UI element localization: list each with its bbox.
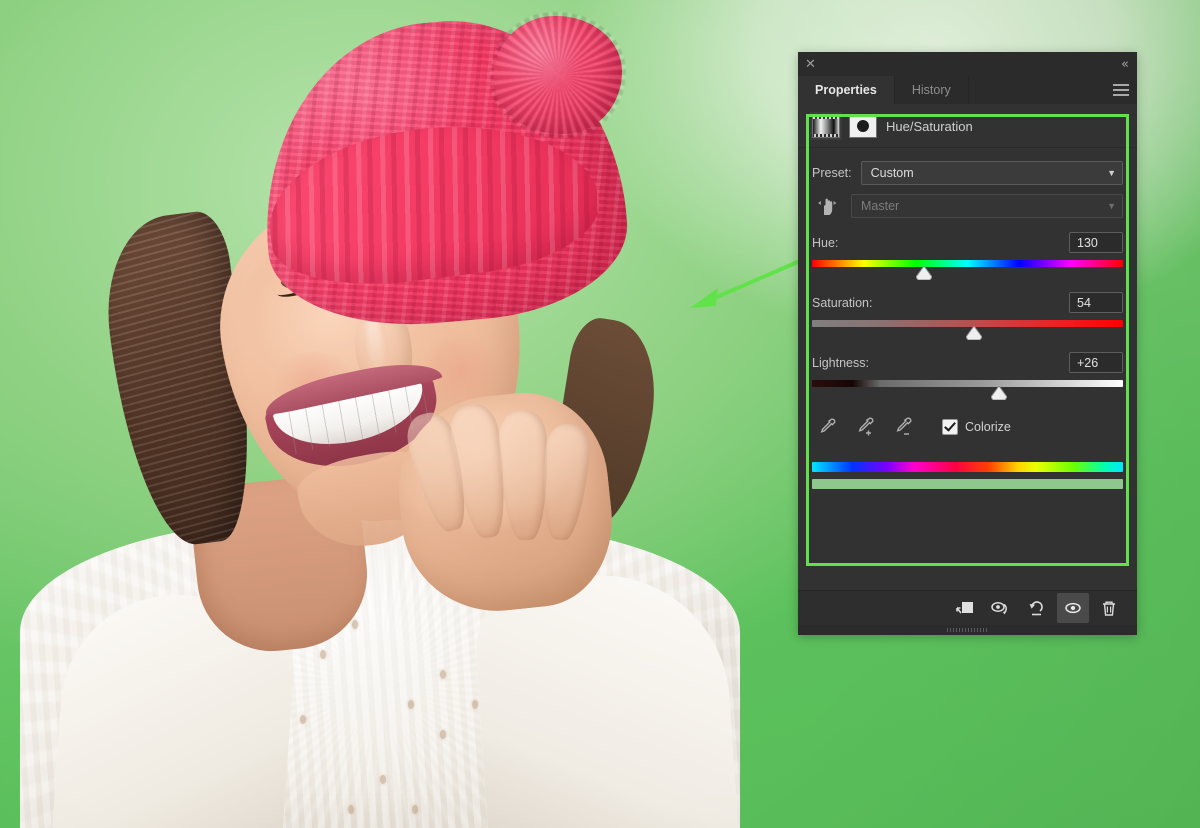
panel-tabbar: Properties History [798,76,1137,104]
lightness-slider-group: Lightness: +26 [812,352,1123,400]
lightness-slider-thumb[interactable] [990,386,1007,400]
saturation-label: Saturation: [812,295,873,310]
output-result-bar[interactable] [812,479,1123,489]
toggle-previous-state-button[interactable] [985,593,1017,623]
panel-resize-grip[interactable] [798,625,1137,635]
adjustment-title: Hue/Saturation [886,118,973,134]
input-spectrum-bar[interactable] [812,462,1123,472]
tools-row: Colorize [812,416,1123,438]
checkbox-checked-icon[interactable] [942,419,958,435]
preset-dropdown[interactable]: Custom ▼ [860,161,1123,185]
hue-slider-head: Hue: 130 [812,232,1123,253]
hue-track-wrap[interactable] [812,260,1123,280]
hue-label: Hue: [812,235,839,250]
lightness-track-wrap[interactable] [812,380,1123,400]
adjustment-layer-thumbnail-icon[interactable] [812,114,840,138]
properties-panel: ✕ « Properties History Hue/Saturation Pr… [798,52,1137,635]
panel-body: Preset: Custom ▼ Master ▼ Hue: 130 Satur… [798,148,1137,489]
saturation-slider-head: Saturation: 54 [812,292,1123,313]
preset-row: Preset: Custom ▼ [812,161,1123,185]
saturation-slider-group: Saturation: 54 [812,292,1123,340]
colorize-label: Colorize [965,420,1011,434]
channel-dropdown[interactable]: Master ▼ [851,194,1123,218]
eyedropper-subtract-icon[interactable] [892,416,914,438]
screenshot-canvas: ✕ « Properties History Hue/Saturation Pr… [0,0,1200,828]
color-bars [812,462,1123,489]
hue-slider-thumb[interactable] [915,266,932,280]
channel-value: Master [861,199,900,213]
hue-track[interactable] [812,260,1123,267]
lightness-value-input[interactable]: +26 [1069,352,1123,373]
hue-value-input[interactable]: 130 [1069,232,1123,253]
adjustment-header: Hue/Saturation [798,104,1137,148]
tab-properties[interactable]: Properties [798,76,895,104]
chevron-down-icon: ▼ [1107,201,1116,211]
lightness-track[interactable] [812,380,1123,387]
saturation-slider-thumb[interactable] [965,326,982,340]
close-icon[interactable]: ✕ [805,58,816,71]
eyedropper-icon[interactable] [816,416,838,438]
saturation-value-input[interactable]: 54 [1069,292,1123,313]
on-image-adjustment-tool-icon[interactable] [812,194,842,218]
chevron-down-icon: ▼ [1107,168,1116,178]
layer-mask-thumbnail-icon[interactable] [849,114,877,138]
preset-value: Custom [870,166,914,180]
preset-label: Preset: [812,166,852,180]
panel-menu-icon[interactable] [1113,84,1129,96]
hue-slider-group: Hue: 130 [812,232,1123,280]
colorize-checkbox[interactable]: Colorize [942,419,1011,435]
eyedropper-add-icon[interactable] [854,416,876,438]
lightness-label: Lightness: [812,355,869,370]
channel-row: Master ▼ [812,194,1123,218]
reset-button[interactable] [1021,593,1053,623]
tab-history[interactable]: History [895,76,969,104]
saturation-track-wrap[interactable] [812,320,1123,340]
clip-to-layer-button[interactable] [949,593,981,623]
delete-adjustment-button[interactable] [1093,593,1125,623]
panel-footer [798,590,1137,625]
lightness-slider-head: Lightness: +26 [812,352,1123,373]
toggle-visibility-button[interactable] [1057,593,1089,623]
collapse-panel-icon[interactable]: « [1121,58,1129,71]
panel-titlebar: ✕ « [798,52,1137,76]
